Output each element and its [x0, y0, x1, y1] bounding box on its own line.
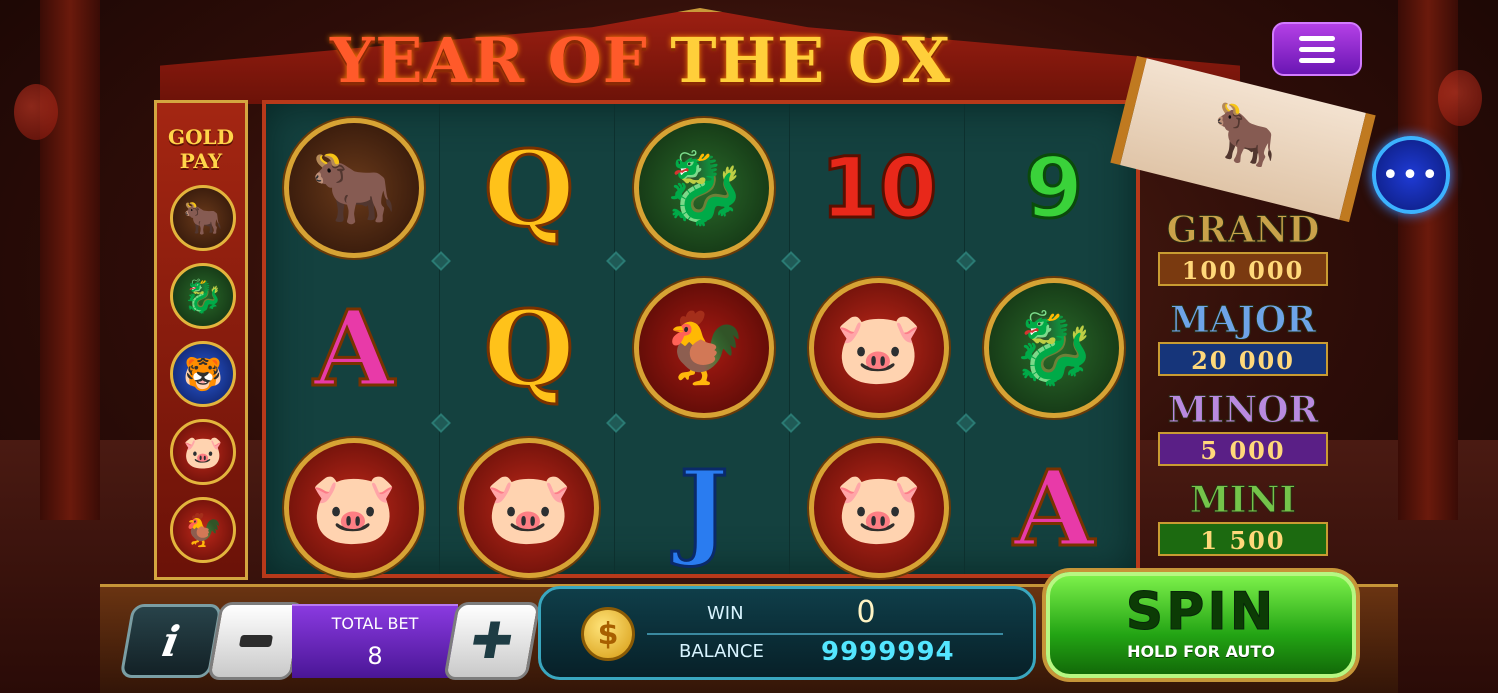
number-9: 9: [1023, 138, 1084, 239]
jackpot-major-value: 20 000: [1158, 342, 1328, 376]
reel-1: 🐂 A 🐷: [266, 104, 440, 578]
letter-a: A: [1012, 445, 1096, 571]
jackpot-grand-value: 100 000: [1158, 252, 1328, 286]
total-bet-label: TOTAL BET: [331, 614, 419, 633]
total-bet-value: 8: [367, 642, 383, 670]
letter-j: J: [678, 445, 730, 571]
red-ox-icon: 🐂: [1203, 96, 1288, 177]
win-balance-panel: $ WIN 0 BALANCE 9999994: [538, 586, 1036, 680]
gold-pay-title-line1: GOLD: [168, 125, 234, 149]
pig-symbol: 🐷: [284, 438, 424, 578]
coin-icon: $: [581, 607, 635, 661]
number-9-symbol: 9: [984, 118, 1124, 258]
pig-icon: 🐷: [170, 419, 236, 485]
gold-pay-panel: GOLD PAY 🐂 🐉 🐯 🐷 🐓: [154, 100, 248, 580]
background-pillar-left: [40, 0, 100, 520]
ox-symbol: 🐂: [284, 118, 424, 258]
minus-icon: [238, 635, 274, 647]
reel-4: 10 🐷 🐷: [791, 104, 965, 578]
letter-a-symbol: A: [984, 438, 1124, 578]
coin-symbol: $: [597, 616, 619, 652]
jackpot-mini-value: 1 500: [1158, 522, 1328, 556]
reel-5: 9 🐉 A: [966, 104, 1140, 574]
jackpot-minor: MINOR 5 000: [1158, 390, 1328, 466]
gold-pay-title-line2: PAY: [179, 149, 223, 173]
letter-j-symbol: J: [634, 438, 774, 578]
dragon-symbol: 🐉: [984, 278, 1124, 418]
menu-button[interactable]: [1272, 22, 1362, 76]
reel-3: 🐉 🐓 J: [616, 104, 790, 574]
title-part2: THE OX: [670, 24, 951, 97]
hamburger-icon: [1299, 57, 1335, 63]
lantern-right-icon: [1438, 70, 1482, 126]
ox-scroll-banner: 🐂: [1110, 55, 1376, 223]
ellipsis-icon: •••: [1381, 157, 1441, 193]
jackpot-mini-label: MINI: [1189, 479, 1297, 521]
spin-hold-for-auto-label: HOLD FOR AUTO: [1127, 642, 1275, 661]
pig-icon: 🐷: [835, 306, 923, 389]
pig-symbol: 🐷: [809, 438, 949, 578]
jackpot-major-label: MAJOR: [1169, 299, 1317, 341]
blue-tiger-icon: 🐯: [170, 341, 236, 407]
rooster-symbol: 🐓: [634, 278, 774, 418]
reel-grid: 🐂 A 🐷 Q Q 🐷 🐉 🐓 J 10 🐷 🐷 9 🐉 A: [262, 100, 1140, 578]
jackpot-minor-label: MINOR: [1167, 389, 1319, 431]
letter-a-symbol: A: [284, 278, 424, 418]
win-label: WIN: [707, 603, 744, 624]
jackpot-grand: GRAND 100 000: [1158, 210, 1328, 286]
letter-q: Q: [482, 125, 576, 251]
increase-bet-button[interactable]: ✚: [443, 602, 541, 680]
ox-icon: 🐂: [310, 146, 398, 229]
jackpot-mini: MINI 1 500: [1158, 480, 1328, 556]
decrease-bet-button[interactable]: [207, 602, 305, 680]
rooster-icon: 🐓: [660, 306, 748, 389]
jackpot-major: MAJOR 20 000: [1158, 300, 1328, 376]
dragon-icon: 🐉: [660, 146, 748, 229]
pig-symbol: 🐷: [809, 278, 949, 418]
pig-icon: 🐷: [310, 466, 398, 549]
balance-value: 9999994: [821, 637, 955, 667]
hamburger-icon: [1299, 46, 1335, 52]
letter-a: A: [312, 285, 396, 411]
letter-q: Q: [482, 285, 576, 411]
total-bet-display: TOTAL BET 8: [292, 604, 458, 678]
spin-label: SPIN: [1125, 582, 1277, 643]
balance-label: BALANCE: [679, 641, 764, 662]
info-icon: i: [158, 616, 184, 666]
dragon-symbol: 🐉: [634, 118, 774, 258]
lantern-left-icon: [14, 84, 58, 140]
number-10-symbol: 10: [809, 118, 949, 258]
dragon-icon: 🐉: [1010, 306, 1098, 389]
spin-button[interactable]: SPIN HOLD FOR AUTO: [1046, 572, 1356, 678]
gold-pay-title: GOLD PAY: [157, 125, 245, 173]
plus-icon: ✚: [465, 612, 519, 670]
letter-q-symbol: Q: [459, 118, 599, 258]
pig-symbol: 🐷: [459, 438, 599, 578]
info-button[interactable]: i: [119, 604, 223, 678]
hamburger-icon: [1299, 35, 1335, 41]
letter-q-symbol: Q: [459, 278, 599, 418]
ox-icon: 🐂: [170, 185, 236, 251]
reel-2: Q Q 🐷: [441, 104, 615, 578]
dragon-icon: 🐉: [170, 263, 236, 329]
win-value: 0: [856, 595, 876, 630]
pig-icon: 🐷: [835, 466, 923, 549]
more-options-button[interactable]: •••: [1372, 136, 1450, 214]
jackpot-minor-value: 5 000: [1158, 432, 1328, 466]
divider: [647, 633, 1003, 635]
pig-icon: 🐷: [485, 466, 573, 549]
rooster-icon: 🐓: [170, 497, 236, 563]
number-10: 10: [819, 138, 939, 239]
title-part1: YEAR OF: [330, 24, 671, 97]
jackpot-grand-label: GRAND: [1166, 209, 1320, 251]
game-title: YEAR OF THE OX: [330, 24, 1030, 104]
